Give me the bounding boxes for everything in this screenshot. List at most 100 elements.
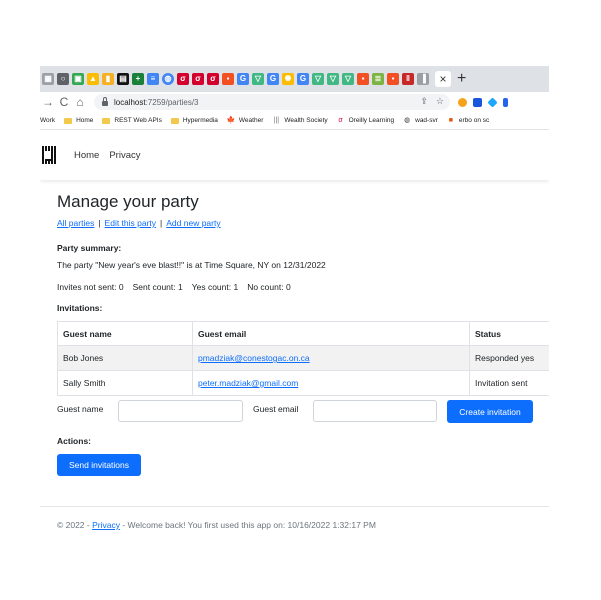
table-header-row: Guest name Guest email Status — [57, 321, 549, 346]
oreilly-icon[interactable]: σ — [192, 73, 204, 85]
oreilly-icon[interactable]: σ — [207, 73, 219, 85]
share-icon[interactable]: ⇪ — [420, 96, 428, 107]
guest-name-label: Guest name — [57, 404, 104, 414]
status-cell: Responded yes — [469, 345, 549, 371]
bookmark-label: Wealth Society — [284, 117, 328, 124]
bookmark-icon[interactable]: ▮ — [102, 73, 114, 85]
vue-icon[interactable]: ▽ — [312, 73, 324, 85]
oreilly-icon: σ — [338, 116, 343, 124]
drive-icon[interactable]: ▲ — [87, 73, 99, 85]
column-header-guest-name: Guest name — [57, 321, 193, 346]
edit-party-link[interactable]: Edit this party — [105, 218, 157, 228]
party-links: All parties | Edit this party | Add new part… — [57, 218, 221, 228]
guest-name-cell: Bob Jones — [57, 345, 193, 371]
microsoft-icon[interactable]: ▪ — [357, 73, 369, 85]
footer-copyright: © 2022 - — [57, 520, 93, 530]
folder-icon — [170, 117, 179, 124]
vertical-bars-icon[interactable]: ‖ — [402, 73, 414, 85]
bookmark-item[interactable]: Home — [64, 117, 93, 124]
cookie-extension-icon[interactable] — [458, 97, 467, 107]
guest-email-link[interactable]: peter.madziak@gmail.com — [198, 378, 298, 388]
home-icon[interactable]: ⌂ — [72, 95, 88, 109]
url-path: :7259/parties/3 — [145, 97, 199, 107]
guest-email-cell: pmadziak@conestogac.on.ca — [192, 345, 470, 371]
create-invitation-button[interactable]: Create invitation — [447, 400, 533, 423]
guest-name-cell: Sally Smith — [57, 370, 193, 396]
nav-home-link[interactable]: Home — [74, 150, 99, 161]
guest-email-link[interactable]: pmadziak@conestogac.on.ca — [198, 353, 310, 363]
close-tab-icon[interactable]: × — [435, 71, 451, 87]
guest-name-input[interactable] — [118, 400, 243, 422]
bookmark-item[interactable]: ■ erbo on sc — [447, 117, 489, 125]
url-host: localhost — [114, 97, 146, 107]
tab-grid-icon[interactable]: ▦ — [42, 73, 54, 85]
bookmark-item[interactable]: REST Web APIs — [102, 117, 162, 124]
extensions — [458, 96, 508, 108]
tab-strip: ▦ ○ ▣ ▲ ▮ ▤ + ≡ ◍ σ σ σ ▪ G ▽ G ✺ G ▽ ▽ ▽ ▪ ≣ ▪ ‖ ▐ × + — [40, 66, 549, 92]
bars-icon: ||| — [273, 116, 280, 124]
status-cell: Invitation sent — [469, 370, 549, 396]
footer-privacy-link[interactable]: Privacy — [92, 520, 120, 530]
oreilly-icon[interactable]: σ — [177, 73, 189, 85]
link-separator: | — [160, 218, 163, 228]
circle-icon[interactable]: ○ — [57, 73, 69, 85]
document-icon[interactable]: ≡ — [147, 73, 159, 85]
all-parties-link[interactable]: All parties — [57, 218, 94, 228]
microsoft-icon[interactable]: ▪ — [222, 73, 234, 85]
vue-icon[interactable]: ▽ — [252, 73, 264, 85]
url-input[interactable]: localhost:7259/parties/3 ⇪ ☆ — [94, 94, 450, 110]
new-invitation-form: Guest name Guest email Create invitation — [57, 400, 549, 426]
bookmark-item[interactable]: σ Oreilly Learning — [337, 116, 395, 125]
invitations-table: Guest name Guest email Status Bob Jones … — [57, 321, 549, 396]
bookmark-label: Weather — [238, 117, 264, 124]
browser-screenshot: ▦ ○ ▣ ▲ ▮ ▤ + ≡ ◍ σ σ σ ▪ G ▽ G ✺ G ▽ ▽ ▽ ▪ ≣ ▪ ‖ ▐ × + → C ⌂ loc… — [40, 66, 549, 544]
bookmarks-bar: Work Home REST Web APIs Hypermedia 🍁 Weather |… — [40, 112, 549, 130]
new-tab-icon[interactable]: + — [457, 71, 466, 87]
bookmark-item[interactable]: ||| Wealth Society — [272, 116, 328, 125]
bookmark-label: Oreilly Learning — [348, 117, 395, 124]
plus-square-icon[interactable]: + — [132, 73, 144, 85]
guest-email-input[interactable] — [313, 400, 437, 422]
forward-icon[interactable]: → — [40, 95, 56, 109]
notes-icon[interactable]: ≣ — [372, 73, 384, 85]
folder-icon — [64, 117, 73, 124]
sidebar-icon[interactable]: ▐ — [417, 73, 429, 85]
diamond-extension-icon[interactable] — [487, 96, 498, 108]
reload-icon[interactable]: C — [56, 95, 72, 109]
sent-count: Sent count: 1 — [132, 282, 183, 292]
globe-icon[interactable]: ◍ — [162, 73, 174, 85]
bookmark-item[interactable]: 🍁 Weather — [227, 117, 263, 125]
tab-favicons: ▦ ○ ▣ ▲ ▮ ▤ + ≡ ◍ σ σ σ ▪ G ▽ G ✺ G ▽ ▽ ▽ ▪ ≣ ▪ ‖ ▐ — [40, 73, 429, 85]
vue-icon[interactable]: ▽ — [327, 73, 339, 85]
sun-icon[interactable]: ✺ — [282, 73, 294, 85]
guest-email-label: Guest email — [253, 404, 299, 414]
bookmark-label: Home — [76, 117, 94, 124]
bookmark-item[interactable]: ◍ wad-svr — [403, 117, 438, 125]
add-party-link[interactable]: Add new party — [166, 218, 220, 228]
lock-icon — [102, 96, 108, 106]
erbo-icon: ■ — [448, 116, 453, 124]
address-bar-row: → C ⌂ localhost:7259/parties/3 ⇪ ☆ — [40, 92, 549, 112]
guest-email-cell: peter.madziak@gmail.com — [192, 370, 470, 396]
nav-privacy-link[interactable]: Privacy — [109, 150, 140, 161]
profile-extension-icon[interactable] — [503, 97, 508, 107]
google-icon[interactable]: G — [297, 73, 309, 85]
bookmark-label: Hypermedia — [182, 117, 218, 124]
send-invitations-button[interactable]: Send invitations — [57, 454, 141, 476]
bookmark-item[interactable]: Work — [40, 117, 55, 124]
google-icon[interactable]: G — [237, 73, 249, 85]
star-icon[interactable]: ☆ — [436, 96, 444, 107]
stack-icon[interactable]: ▤ — [117, 73, 129, 85]
tab-image-icon[interactable]: ▣ — [72, 73, 84, 85]
maple-leaf-icon: 🍁 — [226, 116, 236, 124]
microsoft-icon[interactable]: ▪ — [387, 73, 399, 85]
bookmark-label: Work — [40, 117, 56, 124]
site-logo[interactable] — [42, 146, 56, 164]
no-count: No count: 0 — [247, 282, 291, 292]
vue-icon[interactable]: ▽ — [342, 73, 354, 85]
google-icon[interactable]: G — [267, 73, 279, 85]
bookmark-extension-icon[interactable] — [473, 97, 482, 107]
bookmark-item[interactable]: Hypermedia — [170, 117, 218, 124]
footer-welcome-text: - Welcome back! You first used this app … — [119, 520, 376, 530]
summary-label: Party summary: — [57, 243, 122, 253]
